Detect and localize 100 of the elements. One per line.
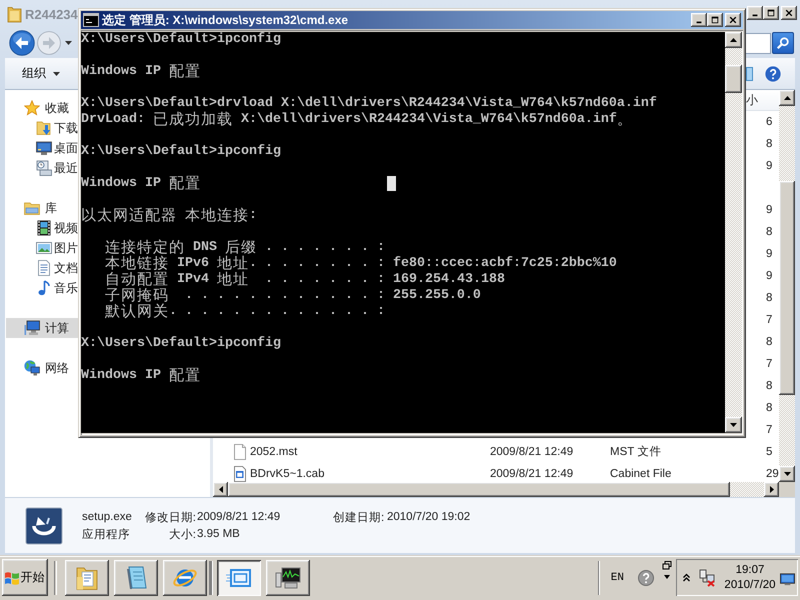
size-label: 大小: — [168, 528, 196, 542]
scrollbar[interactable] — [779, 90, 795, 482]
help-icon[interactable] — [638, 570, 654, 586]
picture-icon — [36, 240, 52, 256]
close-button[interactable] — [725, 13, 741, 27]
window-title: 选定 管理员: X:\windows\system32\cmd.exe — [102, 12, 348, 28]
navigation-item[interactable]: 库 — [5, 198, 78, 218]
size-cell-text: 9 — [766, 204, 774, 216]
caret-icon — [53, 72, 60, 76]
taskbar-button[interactable] — [114, 560, 158, 596]
chevron-up-icon[interactable] — [683, 573, 690, 582]
taskbar-button[interactable] — [163, 560, 207, 596]
scroll-down-button[interactable] — [779, 466, 795, 482]
size-cell-text: 8 — [766, 402, 774, 414]
console-line: X:\Users\Default>drvload X:\dell\drivers\R244234\Vista_W764\k57nd60a.inf — [81, 96, 657, 112]
blank-page-icon — [233, 444, 247, 460]
size-cell-text: 8 — [766, 138, 774, 150]
search-field[interactable] — [746, 32, 771, 54]
column-header[interactable]: 小 — [746, 90, 779, 110]
back-button[interactable] — [9, 30, 35, 56]
maximize-button[interactable] — [763, 6, 779, 20]
navigation-item[interactable]: 音乐 — [5, 278, 78, 298]
size-cell-text: 6 — [766, 116, 774, 128]
console-line: 连接特定的 DNS 后缀 . . . . . . . : — [105, 240, 385, 256]
navigation-item[interactable]: 视频 — [5, 218, 78, 238]
console-line: 以太网适配器 本地连接: — [81, 208, 257, 224]
clock-date[interactable]: 2010/7/20 — [724, 578, 776, 592]
view-icon[interactable] — [746, 66, 753, 80]
file-name[interactable]: BDrvK5~1.cab — [250, 468, 490, 480]
close-icon — [785, 9, 793, 17]
size-cell-text: 8 — [766, 292, 774, 304]
folder-icon — [74, 564, 100, 590]
size-cell-text: 9 — [766, 248, 774, 260]
navigation-item[interactable]: 收藏 — [5, 98, 78, 118]
date-cell-text: 2009/8/21 12:49 — [490, 446, 574, 458]
console-line: 本地链接 IPv6 地址. . . . . . . . : fe80::ccec:acbf:7c25:2bbc%10 — [105, 256, 617, 272]
navigation-item[interactable]: 图片 — [5, 238, 78, 258]
window-title: R244234 — [25, 6, 78, 22]
file-name[interactable]: 2052.mst — [250, 446, 490, 458]
clock-window-icon — [36, 160, 52, 176]
search-icon — [776, 36, 790, 50]
size-cell-text: 7 — [766, 314, 774, 326]
search-button[interactable] — [772, 32, 794, 54]
console-line: DrvLoad: 已成功加载 X:\dell\drivers\R244234\Vista_W764\k57nd60a.inf。 — [81, 112, 633, 128]
scrollbar-thumb[interactable] — [725, 65, 742, 93]
created-label: 创建日期: — [333, 510, 386, 524]
scrollbar-thumb[interactable] — [779, 181, 795, 395]
scroll-right-button[interactable] — [764, 482, 779, 497]
navigation-item[interactable]: 计算 — [6, 318, 78, 338]
monitor-chart-icon — [275, 564, 301, 590]
console-line: X:\Users\Default>ipconfig — [81, 32, 281, 48]
scrollbar[interactable] — [725, 32, 742, 433]
console-line: X:\Users\Default>ipconfig — [81, 144, 281, 160]
navigation-item[interactable]: 最近 — [5, 158, 78, 178]
computer-icon — [24, 320, 40, 336]
taskbar-button[interactable] — [266, 560, 310, 596]
taskbar-button[interactable] — [65, 560, 109, 596]
size-cell-text: 8 — [766, 336, 774, 348]
console-line: Windows IP 配置 — [81, 368, 201, 384]
up-arrow-icon — [784, 96, 790, 100]
minimize-button[interactable] — [691, 13, 707, 27]
start-button[interactable]: 开始 — [2, 559, 48, 596]
network-error-icon[interactable] — [698, 568, 716, 586]
clock-time[interactable]: 19:07 — [736, 562, 764, 578]
organize-button[interactable]: 组织 — [18, 62, 64, 84]
star-icon — [24, 100, 40, 116]
date-cell-text: 2009/8/21 12:49 — [490, 468, 574, 480]
caret-icon — [65, 41, 72, 45]
navigation-item[interactable]: 下载 — [5, 118, 78, 138]
size-cell-text: 5 — [766, 446, 774, 458]
taskbar-button[interactable] — [217, 560, 261, 596]
scroll-down-button[interactable] — [725, 417, 742, 433]
size-cell: 29 — [766, 468, 779, 480]
maximize-button[interactable] — [707, 13, 723, 27]
console-line: 子网掩码 . . . . . . . . . . . . : 255.255.0.0 — [105, 288, 481, 304]
help-icon — [765, 66, 781, 82]
file-name: setup.exe — [82, 511, 133, 523]
console-line: Windows IP 配置 — [81, 176, 201, 192]
down-arrow-icon — [730, 423, 737, 427]
size-cell-text: 8 — [766, 226, 774, 238]
language-indicator[interactable]: EN — [610, 572, 624, 584]
scroll-up-button[interactable] — [725, 32, 742, 48]
console-line: 默认网关. . . . . . . . . . . . . : — [105, 304, 385, 320]
console-line: 自动配置 IPv4 地址 . . . . . . . : 169.254.43.188 — [105, 272, 505, 288]
size-cell-text: 7 — [766, 358, 774, 370]
up-arrow-icon — [730, 38, 737, 42]
size-cell-text: 8 — [766, 380, 774, 392]
help-button[interactable] — [765, 66, 781, 82]
text-cursor — [387, 176, 396, 191]
navigation-item[interactable]: 桌面 — [5, 138, 78, 158]
navigation-item[interactable]: 网络 — [5, 358, 78, 378]
close-button[interactable] — [781, 6, 797, 20]
scroll-up-button[interactable] — [779, 90, 795, 106]
scroll-left-button[interactable] — [213, 482, 228, 497]
console-icon — [83, 13, 99, 27]
minimize-button[interactable] — [747, 6, 763, 20]
document-icon — [36, 260, 52, 276]
size-cell-text: 9 — [766, 160, 774, 172]
desktop-icon[interactable] — [780, 573, 795, 586]
navigation-item[interactable]: 文档 — [5, 258, 78, 278]
